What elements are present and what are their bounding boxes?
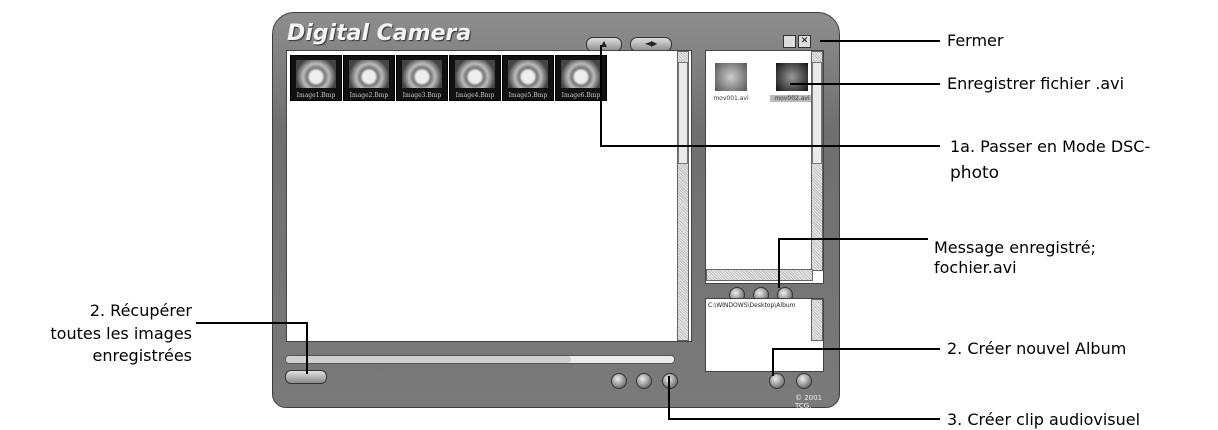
callout-create-clip: 3. Créer clip audiovisuel xyxy=(947,410,1141,429)
album-scrollbar[interactable] xyxy=(811,299,823,341)
callout-line-save-avi xyxy=(790,83,940,85)
camera-icon: ▲ xyxy=(600,39,608,48)
video-file-panel: mov001.avi mov002.avi xyxy=(705,50,824,284)
callout-line-create-clip-v xyxy=(668,376,670,420)
album-list: C:\WINDOWS\Desktop\Album xyxy=(705,298,824,372)
gallery-thumbnail[interactable]: Image5.Bmp xyxy=(502,55,554,101)
callout-message-1: Message enregistré; xyxy=(934,238,1096,257)
video-icon: ◄▶ xyxy=(644,39,658,48)
thumbnail-image xyxy=(508,60,548,88)
callout-dsc-mode-2: photo xyxy=(950,163,1000,183)
thumbnail-image xyxy=(349,60,389,88)
thumbnail-caption: Image6.Bmp xyxy=(561,92,601,99)
gallery-thumbnail[interactable]: Image1.Bmp xyxy=(290,55,342,101)
callout-line-retrieve-v xyxy=(306,322,308,374)
video-panel-hscrollbar[interactable] xyxy=(706,269,813,281)
progress-bar xyxy=(285,355,675,364)
video-caption: mov002.avi xyxy=(770,95,814,102)
copyright-text: © 2001 TCG. xyxy=(795,394,823,410)
callout-retrieve-3: enregistrées xyxy=(92,346,192,365)
gallery-scrollbar[interactable] xyxy=(677,51,689,341)
callout-new-album: 2. Créer nouvel Album xyxy=(947,339,1127,358)
create-clip-button[interactable] xyxy=(662,373,678,389)
callout-retrieve-2: toutes les images xyxy=(50,324,192,343)
video-thumbnail[interactable] xyxy=(715,63,747,91)
gallery-thumbnail[interactable]: Image2.Bmp xyxy=(343,55,395,101)
thumbnail-image xyxy=(402,60,442,88)
playback-button[interactable] xyxy=(611,373,627,389)
gallery-thumbnail[interactable]: Image4.Bmp xyxy=(449,55,501,101)
callout-line-message-v xyxy=(778,238,780,288)
close-button[interactable]: ✕ xyxy=(798,35,811,48)
progress-fill xyxy=(286,356,571,363)
thumbnail-caption: Image1.Bmp xyxy=(296,92,336,99)
video-caption: mov001.avi xyxy=(713,95,749,102)
gallery-scroll-thumb[interactable] xyxy=(678,62,688,164)
thumbnail-image xyxy=(296,60,336,88)
image-gallery: Image1.Bmp Image2.Bmp Image3.Bmp Image4.… xyxy=(286,50,692,342)
callout-line-dsc-mode-v xyxy=(600,45,602,147)
callout-line-dsc-mode-h xyxy=(600,145,940,147)
callout-line-retrieve-h xyxy=(196,322,308,324)
thumbnail-caption: Image2.Bmp xyxy=(349,92,389,99)
gallery-thumbnail[interactable]: Image3.Bmp xyxy=(396,55,448,101)
close-icon: ✕ xyxy=(800,36,809,46)
delete-album-button[interactable] xyxy=(796,373,812,389)
thumbnail-image xyxy=(455,60,495,88)
digital-camera-window: Digital Camera ▲ ◄▶ ✕ Image1.Bmp Image2.… xyxy=(272,12,840,410)
thumbnail-caption: Image3.Bmp xyxy=(402,92,442,99)
callout-line-create-clip-h xyxy=(668,418,940,420)
video-panel-scroll-thumb[interactable] xyxy=(812,62,822,164)
callout-close: Fermer xyxy=(947,31,1004,50)
callout-line-new-album-h xyxy=(772,348,940,350)
settings-button[interactable] xyxy=(636,373,652,389)
album-path: C:\WINDOWS\Desktop\Album xyxy=(708,302,796,309)
callout-save-avi: Enregistrer fichier .avi xyxy=(947,74,1125,93)
callout-dsc-mode-1: 1a. Passer en Mode DSC- xyxy=(950,137,1151,156)
callout-message-2: fochier.avi xyxy=(934,258,1017,277)
app-title: Digital Camera xyxy=(287,21,472,46)
video-thumbnail[interactable] xyxy=(776,63,808,91)
callout-line-message-h xyxy=(778,238,928,240)
callout-line-new-album-v xyxy=(772,348,774,376)
minimize-button[interactable] xyxy=(783,35,796,48)
thumbnail-image xyxy=(561,60,601,88)
thumbnail-caption: Image5.Bmp xyxy=(508,92,548,99)
callout-line-close xyxy=(820,40,940,42)
callout-retrieve-1: 2. Récupérer xyxy=(89,301,192,320)
thumbnail-caption: Image4.Bmp xyxy=(455,92,495,99)
